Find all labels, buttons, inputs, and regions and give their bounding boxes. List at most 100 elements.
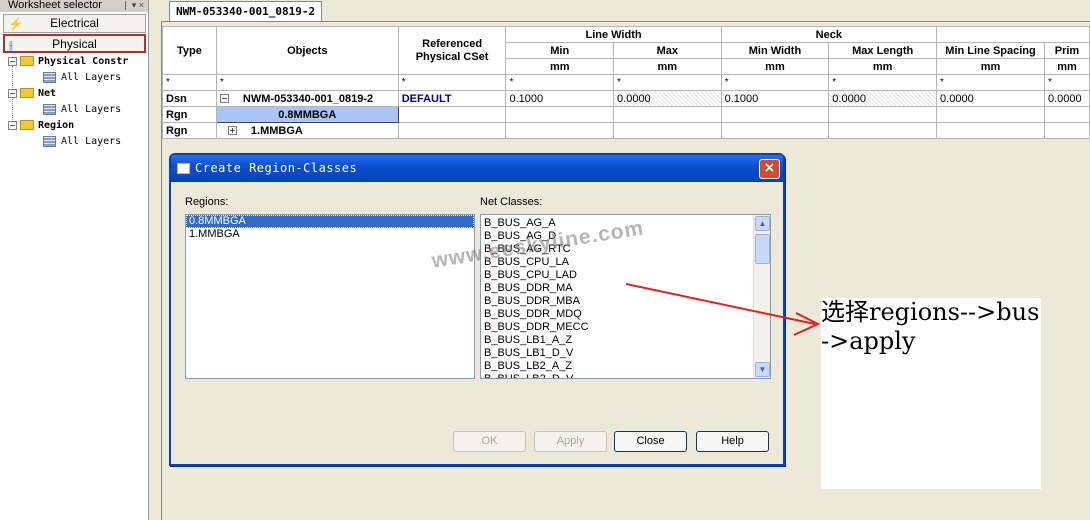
cell-empty[interactable] (936, 122, 1045, 139)
filter-cell[interactable]: * (397, 74, 507, 91)
header-objects[interactable]: Objects (215, 26, 399, 75)
cell-cset[interactable]: DEFAULT (397, 90, 507, 107)
tree-item-net-all-layers[interactable]: All Layers (43, 103, 121, 117)
table-row[interactable]: Rgn + 1.MMBGA (162, 122, 1090, 139)
cell-lw-min[interactable]: 0.1000 (505, 90, 615, 107)
header-lw-min[interactable]: Min (505, 42, 615, 59)
tree-item-net[interactable]: − Net (8, 87, 56, 101)
scroll-thumb[interactable] (755, 234, 770, 264)
tree-item-region[interactable]: − Region (8, 119, 74, 133)
header-spacing-group[interactable] (936, 26, 1090, 43)
cell-lw-max[interactable]: 0.0000 (613, 90, 722, 107)
list-item[interactable]: B_BUS_LB1_A_Z (481, 334, 770, 347)
expand-icon[interactable]: + (227, 126, 237, 136)
header-neck[interactable]: Neck (720, 26, 938, 43)
list-item[interactable]: B_BUS_DDR_MBA (481, 295, 770, 308)
cell-object[interactable]: − NWM-053340-001_0819-2 (215, 90, 399, 107)
scroll-down-icon[interactable]: ▼ (755, 362, 770, 377)
apply-button[interactable]: Apply (534, 431, 607, 452)
electrical-label: Electrical (50, 16, 99, 30)
cell-empty[interactable] (505, 106, 615, 123)
worksheet-selector-title: Worksheet selector ❘ ▾ × (0, 0, 148, 12)
header-neck-min-width[interactable]: Min Width (720, 42, 830, 59)
header-lw-max[interactable]: Max (613, 42, 722, 59)
net-classes-label: Net Classes: (480, 196, 543, 208)
cell-empty[interactable] (720, 122, 830, 139)
header-prim[interactable]: Prim (1043, 42, 1090, 59)
header-line-width[interactable]: Line Width (505, 26, 722, 43)
help-button[interactable]: Help (696, 431, 769, 452)
list-item[interactable]: B_BUS_DDR_MECC (481, 321, 770, 334)
filter-cell[interactable]: * (828, 74, 938, 91)
ok-button[interactable]: OK (453, 431, 526, 452)
cell-empty[interactable] (1043, 106, 1090, 123)
regions-listbox[interactable]: 0.8MMBGA 1.MMBGA (185, 214, 475, 379)
collapse-icon[interactable]: − (8, 120, 17, 130)
worksheet-selector-title-text: Worksheet selector (8, 0, 102, 11)
header-referenced-cset[interactable]: Referenced Physical CSet (397, 26, 507, 75)
cell-empty[interactable] (828, 122, 938, 139)
scroll-up-icon[interactable]: ▲ (755, 216, 770, 231)
list-item[interactable]: 0.8MMBGA (186, 215, 474, 228)
header-min-line-spacing[interactable]: Min Line Spacing (936, 42, 1045, 59)
filter-cell[interactable]: * (936, 74, 1045, 91)
cell-empty[interactable] (1043, 122, 1090, 139)
list-item[interactable]: B_BUS_DDR_MA (481, 282, 770, 295)
cell-cset[interactable] (397, 122, 507, 139)
cell-neck-min-width[interactable]: 0.1000 (720, 90, 830, 107)
list-item[interactable]: B_BUS_LB2_D_V (481, 373, 770, 378)
dialog-title-bar[interactable]: Create Region-Classes (171, 155, 783, 182)
cell-min-line-spacing[interactable]: 0.0000 (936, 90, 1045, 107)
collapse-icon[interactable]: − (8, 88, 17, 98)
electrical-worksheet-button[interactable]: ⚡ Electrical (3, 14, 146, 33)
net-classes-scrollbar[interactable]: ▲ ▼ (753, 215, 770, 378)
list-item[interactable]: B_BUS_CPU_LAD (481, 269, 770, 282)
lightning-icon: ⚡ (8, 17, 23, 31)
filter-cell[interactable]: * (613, 74, 722, 91)
object-name: NWM-053340-001_0819-2 (242, 92, 374, 105)
unit-cell: mm (1043, 58, 1090, 75)
cell-type: Dsn (162, 90, 217, 107)
worksheet-selector-panel: Worksheet selector ❘ ▾ × ⚡ Electrical ⫲ … (0, 0, 149, 520)
dialog-close-icon[interactable]: × (759, 159, 780, 179)
folder-icon (20, 120, 34, 130)
cell-object-selected[interactable]: 0.8MMBGA (215, 106, 399, 123)
tree-item-physical-all-layers[interactable]: All Layers (43, 71, 121, 85)
list-item[interactable]: B_BUS_LB2_A_Z (481, 360, 770, 373)
cell-empty[interactable] (720, 106, 830, 123)
list-item[interactable]: B_BUS_DDR_MDQ (481, 308, 770, 321)
cell-empty[interactable] (505, 122, 615, 139)
header-type[interactable]: Type (162, 26, 217, 75)
cell-type: Rgn (162, 106, 217, 123)
filter-cell[interactable]: * (505, 74, 615, 91)
table-row[interactable]: Rgn 0.8MMBGA (162, 106, 1090, 123)
cell-empty[interactable] (613, 106, 722, 123)
cell-empty[interactable] (613, 122, 722, 139)
filter-cell[interactable]: * (1043, 74, 1090, 91)
collapse-icon[interactable]: − (8, 56, 17, 66)
tree-item-physical-constraints[interactable]: − Physical Constr (8, 55, 128, 69)
filter-cell[interactable]: * (720, 74, 830, 91)
filter-cell[interactable]: * (215, 74, 399, 91)
cell-cset[interactable] (397, 106, 507, 123)
panel-controls-icon[interactable]: ❘ ▾ × (122, 0, 144, 11)
list-item[interactable]: B_BUS_LB1_D_V (481, 347, 770, 360)
table-row[interactable]: Dsn − NWM-053340-001_0819-2 DEFAULT 0.10… (162, 90, 1090, 107)
tab-design[interactable]: NWM-053340-001_0819-2 (169, 1, 323, 21)
regions-label: Regions: (185, 196, 229, 208)
cell-empty[interactable] (936, 106, 1045, 123)
annotation-box: 选择regions-->bus->apply (821, 298, 1041, 489)
header-neck-max-length[interactable]: Max Length (828, 42, 938, 59)
tree-item-region-all-layers[interactable]: All Layers (43, 135, 121, 149)
cell-object[interactable]: + 1.MMBGA (215, 122, 399, 139)
unit-cell: mm (613, 58, 722, 75)
filter-cell[interactable]: * (162, 74, 217, 91)
collapse-icon[interactable]: − (219, 94, 229, 104)
list-item[interactable]: 1.MMBGA (186, 228, 474, 241)
layers-icon (43, 103, 56, 115)
close-button[interactable]: Close (614, 431, 687, 452)
cell-prim[interactable]: 0.0000 (1043, 90, 1090, 107)
cell-empty[interactable] (828, 106, 938, 123)
physical-worksheet-button[interactable]: ⫲ Physical (3, 34, 146, 53)
cell-neck-max-length[interactable]: 0.0000 (828, 90, 938, 107)
